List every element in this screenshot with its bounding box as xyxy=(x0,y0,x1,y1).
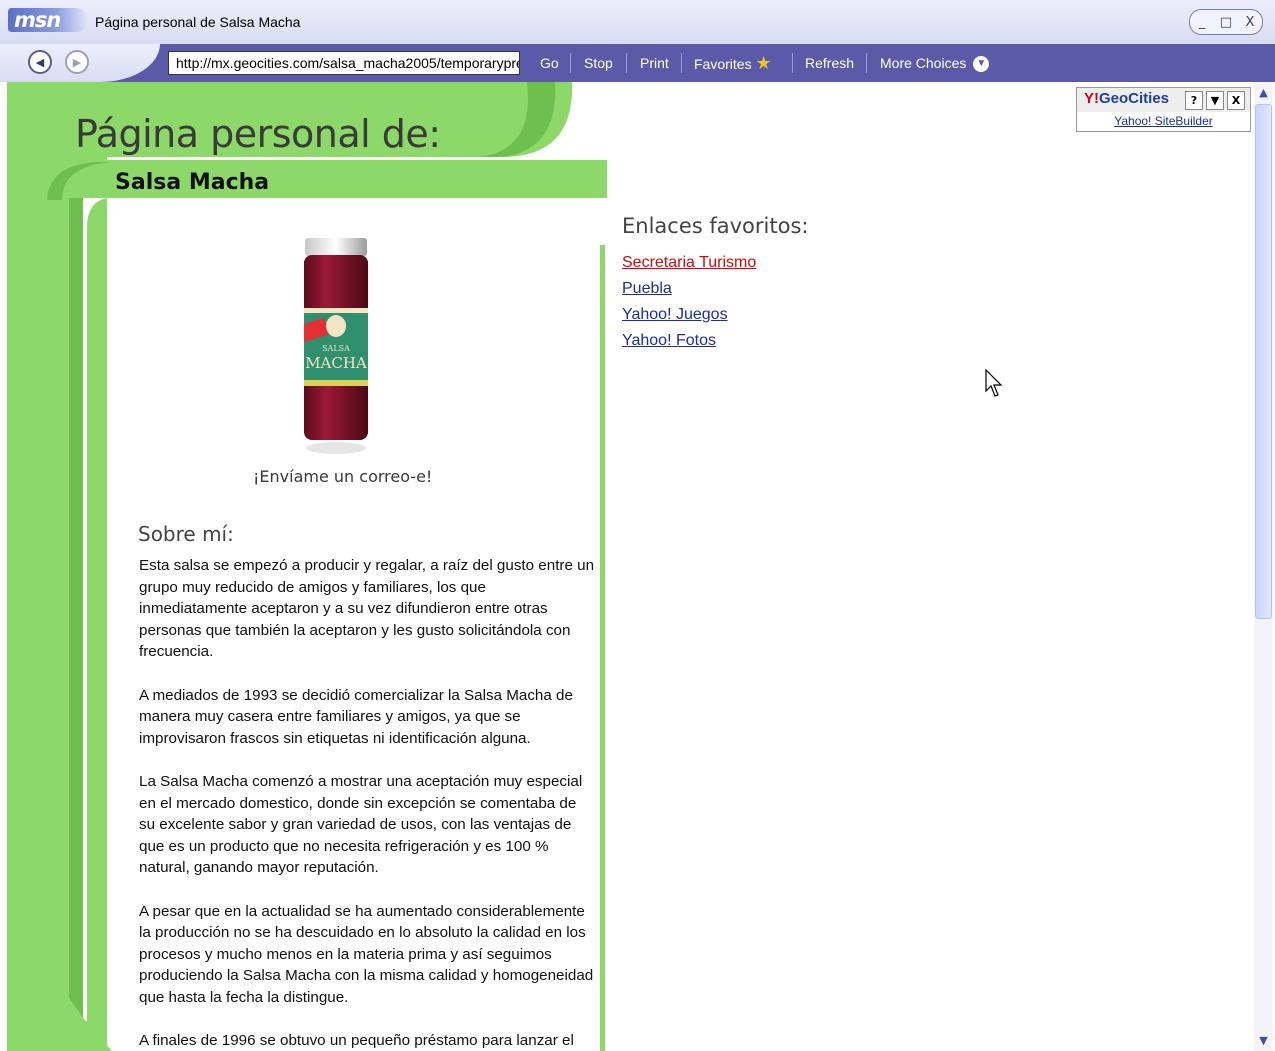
window-title: Página personal de Salsa Macha xyxy=(95,14,301,30)
link-yahoo-fotos[interactable]: Yahoo! Fotos xyxy=(622,332,716,349)
list-item: Puebla xyxy=(622,278,756,304)
favorite-links-list: Secretaria Turismo Puebla Yahoo! Juegos … xyxy=(622,252,756,356)
list-item: Secretaria Turismo xyxy=(622,252,756,278)
about-text: Esta salsa se empezó a producir y regala… xyxy=(139,555,595,1051)
link-puebla[interactable]: Puebla xyxy=(622,280,672,297)
page-content: Página personal de: Salsa Macha SALSA MA… xyxy=(7,82,1254,1051)
geocities-help-button[interactable]: ? xyxy=(1185,91,1203,110)
toolbar-separator xyxy=(681,53,682,73)
email-link[interactable]: ¡Envíame un correo-e! xyxy=(253,467,432,486)
list-item: Yahoo! Juegos xyxy=(622,304,756,330)
chevron-down-icon: ▼ xyxy=(973,56,990,73)
msn-logo: msn xyxy=(8,8,88,32)
toolbar-separator xyxy=(626,53,627,73)
label-macha: MACHA xyxy=(305,354,367,372)
back-arrow-icon: ◀ xyxy=(35,55,45,69)
scroll-up-icon[interactable]: ▲ xyxy=(1255,84,1272,101)
scroll-down-icon[interactable]: ▼ xyxy=(1255,1032,1272,1049)
forward-arrow-icon: ▶ xyxy=(72,55,82,69)
about-paragraph: A mediados de 1993 se decidió comerciali… xyxy=(139,686,573,747)
favorites-button[interactable]: Favorites ★ xyxy=(694,44,772,82)
about-paragraph: A finales de 1996 se obtuvo un pequeño p… xyxy=(139,1032,574,1050)
vertical-scrollbar[interactable]: ▲ ▼ xyxy=(1254,82,1273,1051)
print-button[interactable]: Print xyxy=(640,44,669,82)
links-title: Enlaces favoritos: xyxy=(622,214,809,238)
go-button[interactable]: Go xyxy=(540,44,559,82)
label-salsa: SALSA xyxy=(322,344,350,353)
address-bar[interactable]: http://mx.geocities.com/salsa_macha2005/… xyxy=(168,51,520,75)
about-paragraph: A pesar que en la actualidad se ha aumen… xyxy=(139,902,594,1006)
star-icon: ★ xyxy=(755,53,772,73)
geocities-logo[interactable]: Y!GeoCities xyxy=(1084,90,1169,107)
geocities-close-button[interactable]: X xyxy=(1227,91,1245,110)
close-button[interactable]: X xyxy=(1241,15,1259,30)
back-button[interactable]: ◀ xyxy=(28,50,52,74)
maximize-button[interactable]: □ xyxy=(1217,15,1235,30)
scroll-thumb[interactable] xyxy=(1255,104,1272,619)
column-divider xyxy=(600,245,605,1051)
stop-button[interactable]: Stop xyxy=(584,44,613,82)
forward-button[interactable]: ▶ xyxy=(65,50,89,74)
window-controls: _ □ X xyxy=(1189,9,1263,35)
about-paragraph: La Salsa Macha comenzó a mostrar una ace… xyxy=(139,772,583,877)
favorites-label: Favorites xyxy=(694,56,752,72)
about-title: Sobre mí: xyxy=(138,522,234,546)
more-choices-label: More Choices xyxy=(880,55,967,71)
sitebuilder-link[interactable]: Yahoo! SiteBuilder xyxy=(1077,114,1250,128)
more-choices-button[interactable]: More Choices ▼ xyxy=(880,44,990,82)
toolbar-separator xyxy=(792,53,793,73)
browser-toolbar: ◀ ▶ http://mx.geocities.com/salsa_macha2… xyxy=(0,44,1275,82)
title-bar: msn Página personal de Salsa Macha _ □ X xyxy=(0,0,1275,44)
yahoo-logo: Y! xyxy=(1084,90,1099,107)
about-paragraph: Esta salsa se empezó a producir y regala… xyxy=(139,557,595,661)
toolbar-separator xyxy=(570,53,571,73)
minimize-button[interactable]: _ xyxy=(1193,15,1211,30)
link-secretaria-turismo[interactable]: Secretaria Turismo xyxy=(622,254,756,271)
geocities-header: Y!GeoCities ? ▼ X xyxy=(1077,88,1250,112)
site-name: Salsa Macha xyxy=(115,170,270,195)
salsa-bottle-image: SALSA MACHA xyxy=(304,238,368,454)
mouse-cursor-icon xyxy=(985,369,1003,397)
page-heading: Página personal de: xyxy=(75,112,441,156)
refresh-button[interactable]: Refresh xyxy=(805,44,854,82)
geocities-menu-button[interactable]: ▼ xyxy=(1206,91,1224,110)
geocities-brand: GeoCities xyxy=(1099,90,1170,107)
geocities-widget: Y!GeoCities ? ▼ X Yahoo! SiteBuilder xyxy=(1076,87,1251,132)
toolbar-separator xyxy=(866,53,867,73)
list-item: Yahoo! Fotos xyxy=(622,330,756,356)
link-yahoo-juegos[interactable]: Yahoo! Juegos xyxy=(622,306,728,323)
